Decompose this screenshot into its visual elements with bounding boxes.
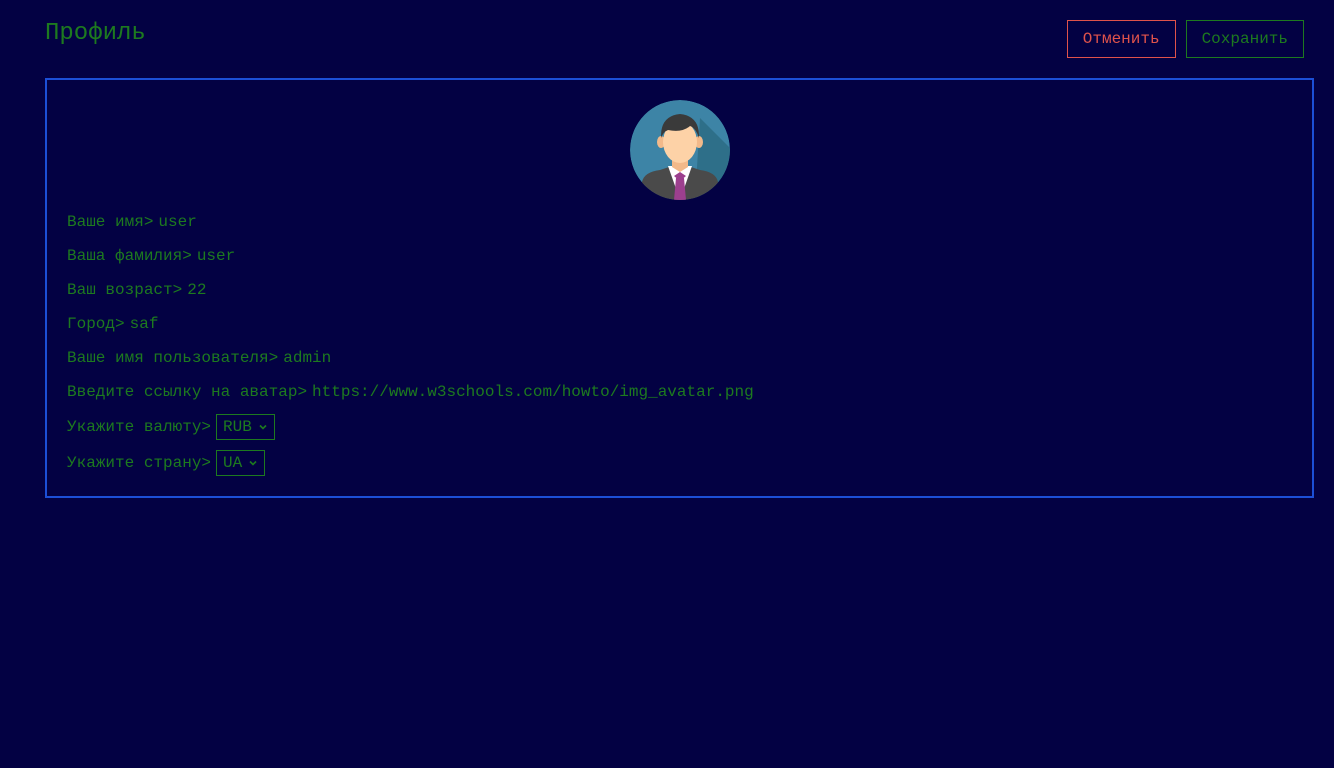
cancel-button[interactable]: Отменить <box>1066 20 1176 58</box>
user-avatar-icon <box>629 100 730 200</box>
currency-select[interactable]: RUB <box>216 414 275 440</box>
avatar-container <box>67 100 1292 200</box>
save-button[interactable]: Сохранить <box>1185 20 1304 58</box>
country-selected-value: UA <box>223 454 243 472</box>
currency-label: Укажите валюту> <box>67 418 212 436</box>
city-label: Город> <box>67 315 125 333</box>
last-name-label: Ваша фамилия> <box>67 247 192 265</box>
avatar-url-label: Введите ссылку на аватар> <box>67 383 308 401</box>
age-field[interactable]: 22 <box>187 281 206 299</box>
city-row: Город> saf <box>67 307 1292 341</box>
page-title: Профиль <box>45 20 146 47</box>
country-select[interactable]: UA <box>216 450 266 476</box>
username-label: Ваше имя пользователя> <box>67 349 279 367</box>
age-label: Ваш возраст> <box>67 281 183 299</box>
chevron-down-icon <box>249 460 257 466</box>
first-name-field[interactable]: user <box>158 213 196 231</box>
username-field[interactable]: admin <box>283 349 331 367</box>
last-name-field[interactable]: user <box>197 247 235 265</box>
first-name-label: Ваше имя> <box>67 213 154 231</box>
age-row: Ваш возраст> 22 <box>67 273 1292 307</box>
first-name-row: Ваше имя> user <box>67 205 1292 239</box>
city-field[interactable]: saf <box>130 315 159 333</box>
username-row: Ваше имя пользователя> admin <box>67 341 1292 375</box>
country-row: Укажите страну> UA <box>67 445 1292 481</box>
action-bar: Отменить Сохранить <box>1066 20 1304 58</box>
country-label: Укажите страну> <box>67 454 212 472</box>
profile-card: Ваше имя> user Ваша фамилия> user Ваш во… <box>45 78 1314 498</box>
chevron-down-icon <box>259 424 267 430</box>
last-name-row: Ваша фамилия> user <box>67 239 1292 273</box>
currency-selected-value: RUB <box>223 418 252 436</box>
avatar-url-row: Введите ссылку на аватар> https://www.w3… <box>67 375 1292 409</box>
avatar-url-field[interactable]: https://www.w3schools.com/howto/img_avat… <box>312 383 754 401</box>
currency-row: Укажите валюту> RUB <box>67 409 1292 445</box>
